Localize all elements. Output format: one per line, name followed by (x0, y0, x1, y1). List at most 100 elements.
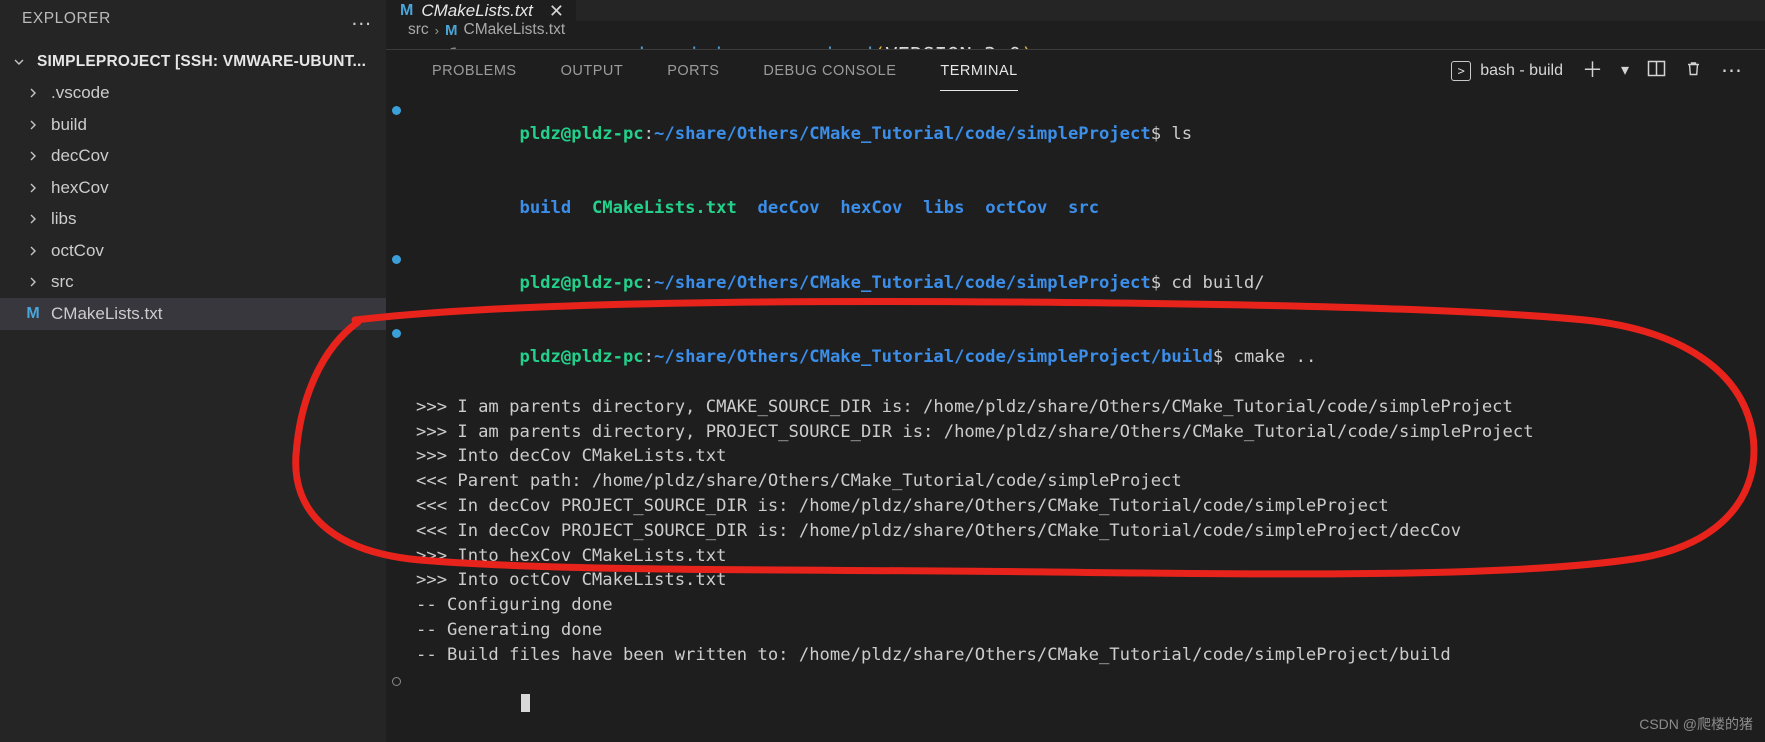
bottom-panel: PROBLEMS OUTPUT PORTS DEBUG CONSOLE TERM… (386, 49, 1765, 742)
ls-item-build: build (519, 198, 572, 219)
sidebar-item-cmakelists[interactable]: M CMakeLists.txt (0, 298, 386, 330)
breadcrumb-separator-icon: › (434, 22, 440, 38)
terminal-cursor (521, 694, 531, 713)
sidebar-item-vscode[interactable]: .vscode (0, 78, 386, 110)
panel-tablist: PROBLEMS OUTPUT PORTS DEBUG CONSOLE TERM… (386, 50, 1765, 92)
terminal-line: -- Generating done (416, 620, 603, 641)
kill-terminal-button[interactable] (1675, 59, 1712, 82)
tab-label: DEBUG CONSOLE (763, 62, 897, 79)
terminal-path: ~/share/Others/CMake_Tutorial/code/simpl… (654, 347, 1213, 368)
ls-item-src: src (1068, 198, 1100, 219)
code-token-close-paren: ) (1021, 43, 1033, 49)
tab-debug-console[interactable]: DEBUG CONSOLE (741, 50, 918, 91)
terminal-line: >>> I am parents directory, PROJECT_SOUR… (416, 421, 1534, 442)
terminal-line: pldz@pldz-pc:~/share/Others/CMake_Tutori… (386, 320, 1765, 394)
code-editor[interactable]: 1 cmake_minimum_required(VERSION 3.0) 2 … (386, 39, 1765, 50)
split-terminal-button[interactable] (1638, 59, 1675, 82)
tab-cmakelists[interactable]: M CMakeLists.txt ✕ (386, 0, 577, 21)
terminal-line: <<< In decCov PROJECT_SOURCE_DIR is: /ho… (416, 520, 1462, 541)
chevron-right-icon (22, 275, 44, 289)
terminal-selector[interactable]: > bash - build (1441, 60, 1573, 81)
ls-item-octcov: octCov (985, 198, 1048, 219)
ls-item-deccov: decCov (757, 198, 820, 219)
terminal-output[interactable]: pldz@pldz-pc:~/share/Others/CMake_Tutori… (386, 91, 1765, 742)
explorer-title: EXPLORER (22, 10, 111, 27)
tab-label: PORTS (667, 62, 720, 79)
terminal-colon: : (643, 124, 655, 145)
sidebar-item-label: hexCov (51, 177, 109, 197)
tab-label: CMakeLists.txt (421, 1, 533, 20)
breadcrumb-folder[interactable]: src (408, 21, 429, 39)
sidebar-item-libs[interactable]: libs (0, 204, 386, 236)
terminal-line: >>> Into octCov CMakeLists.txt (416, 570, 727, 591)
new-terminal-button[interactable]: ＋ (1573, 60, 1612, 81)
code-token-function: cmake_minimum_required (601, 43, 873, 49)
tab-terminal[interactable]: TERMINAL (918, 50, 1039, 92)
terminal-line: build CMakeLists.txt decCov hexCov libs … (386, 172, 1765, 246)
chevron-right-icon (22, 212, 44, 226)
sidebar-item-label: decCov (51, 146, 109, 166)
explorer-header: EXPLORER ... (0, 0, 386, 38)
terminal-dropdown-button[interactable]: ▾ (1612, 62, 1638, 79)
close-icon[interactable]: ✕ (549, 2, 564, 20)
code-token-arg: VERSION 3.0 (885, 43, 1021, 49)
terminal-chevron-icon: > (1451, 60, 1472, 81)
terminal-line: pldz@pldz-pc:~/share/Others/CMake_Tutori… (386, 97, 1765, 171)
sidebar-item-octcov[interactable]: octCov (0, 235, 386, 267)
cmake-m-icon: M (26, 304, 40, 322)
sidebar-item-label: build (51, 114, 87, 134)
sidebar-item-label: .vscode (51, 83, 110, 103)
terminal-user-host: pldz@pldz-pc (519, 272, 644, 293)
terminal-path: ~/share/Others/CMake_Tutorial/code/simpl… (654, 124, 1151, 145)
tab-problems[interactable]: PROBLEMS (410, 50, 539, 91)
terminal-line: <<< Parent path: /home/pldz/share/Others… (416, 471, 1182, 492)
chevron-right-icon (22, 181, 44, 195)
panel-actions: > bash - build ＋ ▾ ⋯ (1441, 59, 1765, 82)
breadcrumb-file[interactable]: CMakeLists.txt (464, 21, 566, 39)
tab-output[interactable]: OUTPUT (539, 50, 646, 91)
terminal-user-host: pldz@pldz-pc (519, 124, 644, 145)
terminal-colon: : (643, 347, 655, 368)
panel-more-button[interactable]: ⋯ (1712, 60, 1751, 81)
ls-item-cmakelists: CMakeLists.txt (591, 198, 737, 219)
explorer-more-icon[interactable]: ... (351, 8, 372, 29)
tab-label: PROBLEMS (432, 62, 517, 79)
cmake-m-icon: M (445, 21, 458, 39)
terminal-command: $ cmake .. (1212, 347, 1317, 368)
chevron-right-icon (22, 86, 44, 100)
vscode-window: EXPLORER ... SIMPLEPROJECT [SSH: VMWARE-… (0, 0, 1765, 742)
sidebar-item-build[interactable]: build (0, 109, 386, 141)
sidebar-item-hexcov[interactable]: hexCov (0, 172, 386, 204)
tab-ports[interactable]: PORTS (645, 50, 741, 91)
chevron-right-icon (22, 118, 44, 132)
terminal-line (386, 668, 1765, 742)
code-line-1: 1 cmake_minimum_required(VERSION 3.0) (386, 39, 1765, 49)
sidebar-item-label: libs (51, 209, 77, 229)
terminal-status-dot (392, 676, 401, 686)
terminal-line: -- Build files have been written to: /ho… (416, 644, 1451, 665)
sidebar-item-label: src (51, 272, 74, 292)
explorer-sidebar: EXPLORER ... SIMPLEPROJECT [SSH: VMWARE-… (0, 0, 386, 742)
tree-root-simpleproject[interactable]: SIMPLEPROJECT [SSH: VMWARE-UBUNT... (0, 46, 386, 78)
terminal-status-dot (392, 255, 401, 265)
terminal-line: >>> Into hexCov CMakeLists.txt (416, 545, 727, 566)
sidebar-item-label: octCov (51, 240, 104, 260)
terminal-user-host: pldz@pldz-pc (519, 347, 644, 368)
sidebar-item-label: CMakeLists.txt (51, 303, 163, 323)
terminal-selector-label: bash - build (1480, 61, 1563, 79)
terminal-status-dot (392, 329, 401, 339)
code-token-open-paren: ( (873, 43, 885, 49)
sidebar-item-src[interactable]: src (0, 267, 386, 299)
terminal-path: ~/share/Others/CMake_Tutorial/code/simpl… (654, 272, 1151, 293)
ls-item-hexcov: hexCov (840, 198, 903, 219)
terminal-line: -- Configuring done (416, 595, 613, 616)
terminal-line: >>> Into decCov CMakeLists.txt (416, 446, 727, 467)
terminal-command: $ cd build/ (1150, 272, 1265, 293)
file-tree: SIMPLEPROJECT [SSH: VMWARE-UBUNT... .vsc… (0, 38, 386, 330)
tree-root-label: SIMPLEPROJECT [SSH: VMWARE-UBUNT... (37, 52, 367, 70)
editor-area: M CMakeLists.txt ✕ src › M CMakeLists.tx… (386, 0, 1765, 742)
sidebar-item-deccov[interactable]: decCov (0, 141, 386, 173)
terminal-line: >>> I am parents directory, CMAKE_SOURCE… (416, 396, 1513, 417)
chevron-right-icon (22, 149, 44, 163)
editor-tabbar: M CMakeLists.txt ✕ (386, 0, 1765, 21)
